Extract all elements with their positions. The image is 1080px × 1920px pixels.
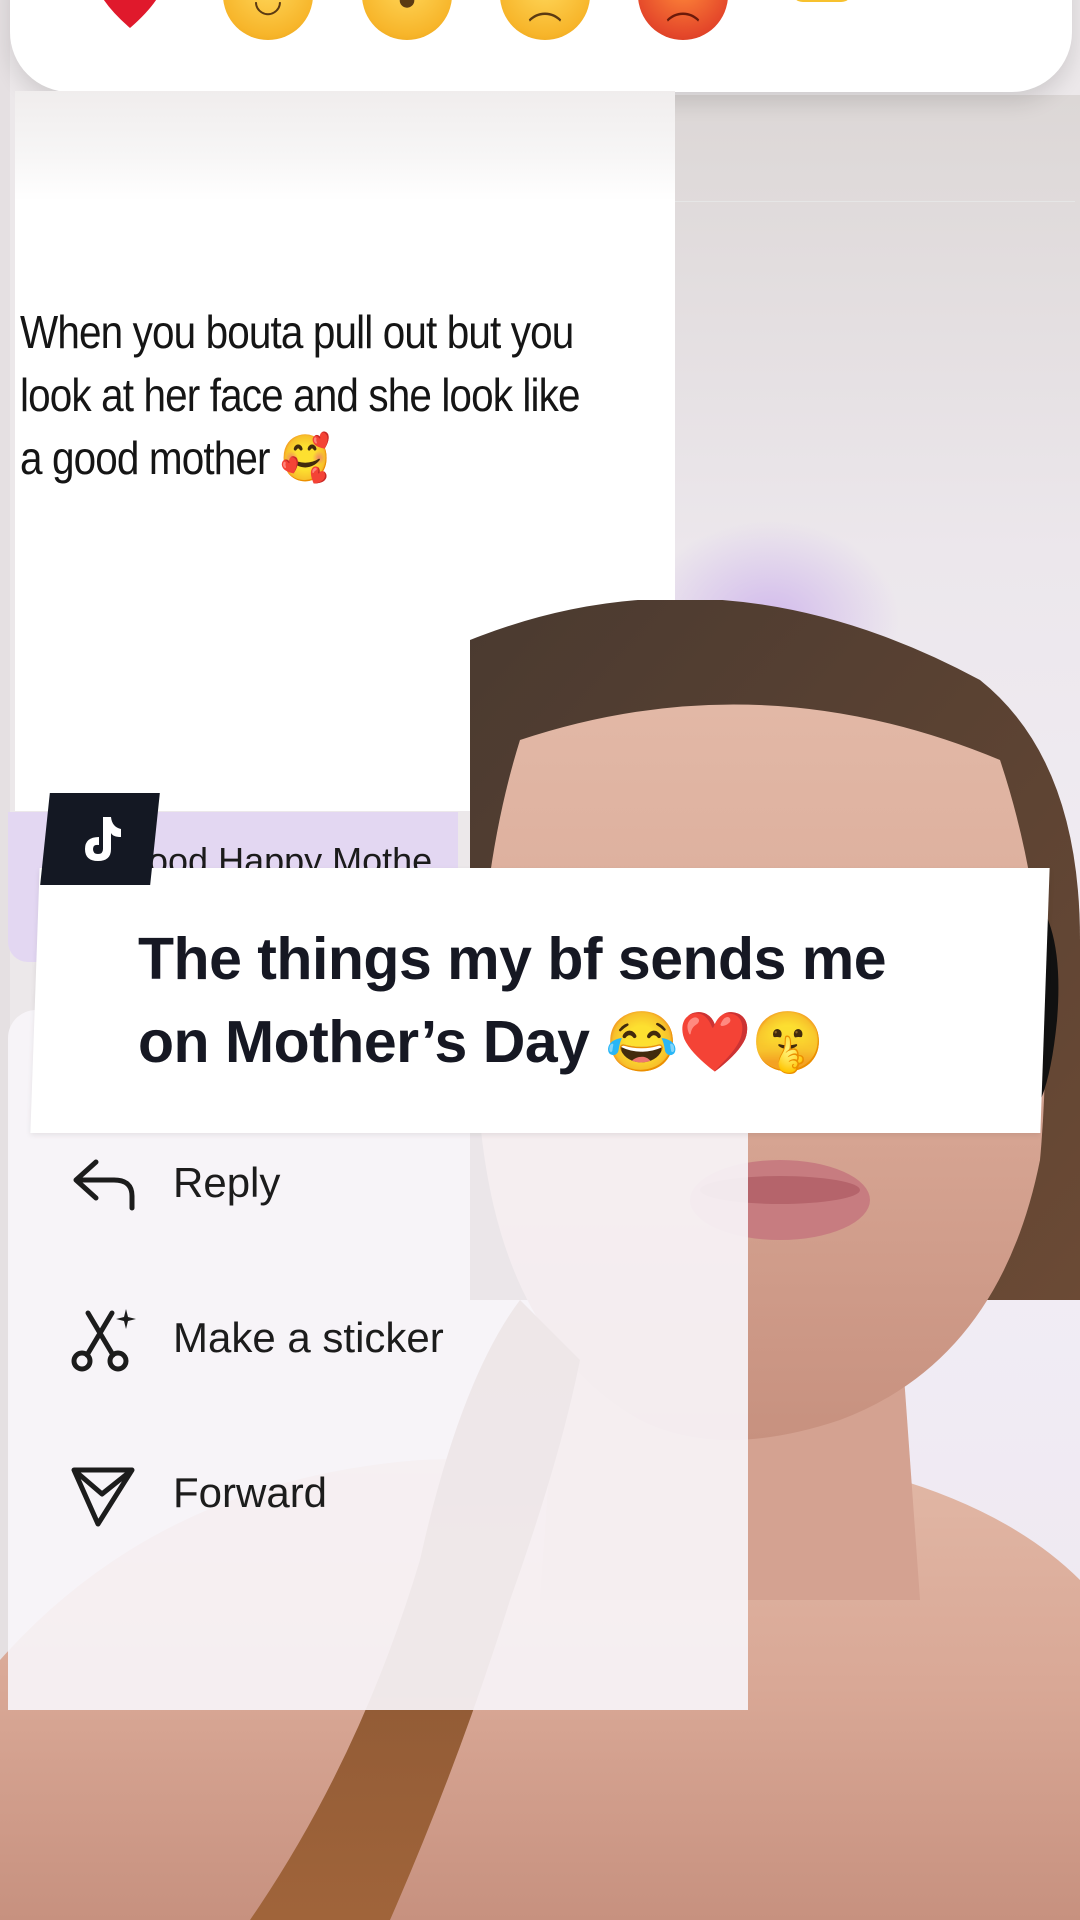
- angry-reaction[interactable]: ︵: [638, 0, 728, 40]
- heart-icon: [103, 0, 157, 28]
- crying-face-icon: ︵: [528, 0, 562, 27]
- tiktok-logo-icon: [85, 817, 121, 861]
- thumbs-up-icon: [796, 0, 848, 2]
- laughing-reaction[interactable]: ◡: [223, 0, 313, 40]
- forward-menu-label: Forward: [173, 1469, 328, 1516]
- video-caption: The things my bf sends me on Mother’s Da…: [138, 918, 1018, 1084]
- message-card-extension: [675, 201, 1075, 812]
- message-card: When you bouta pull out but you look at …: [15, 91, 1075, 811]
- forward-send-icon: [71, 1467, 135, 1527]
- thumbs-up-reaction[interactable]: [777, 0, 867, 40]
- message-text: When you bouta pull out but you look at …: [20, 306, 581, 484]
- caption-line-2: on Mother’s Day 😂❤️🤫: [138, 1009, 825, 1075]
- reaction-bar: ◡ ● ︵ ︵ +: [10, 0, 1072, 92]
- reply-menu-label: Reply: [173, 1159, 281, 1206]
- surprised-reaction[interactable]: ●: [362, 0, 452, 40]
- reply-arrow-icon: [73, 1159, 135, 1211]
- make-sticker-menu-label: Make a sticker: [173, 1314, 444, 1361]
- screen: ◡ ● ︵ ︵ + When you bouta pull out but yo…: [0, 0, 1080, 1920]
- crying-reaction[interactable]: ︵: [500, 0, 590, 40]
- caption-line-1: The things my bf sends me: [138, 926, 887, 992]
- laughing-face-icon: ◡: [253, 0, 283, 19]
- message-card-shadow: [15, 91, 675, 201]
- surprised-face-icon: ●: [362, 0, 452, 19]
- angry-face-icon: ︵: [666, 0, 700, 27]
- heart-reaction[interactable]: [85, 0, 175, 40]
- tiktok-badge: [40, 793, 160, 885]
- sticker-scissors-icon: [71, 1309, 136, 1372]
